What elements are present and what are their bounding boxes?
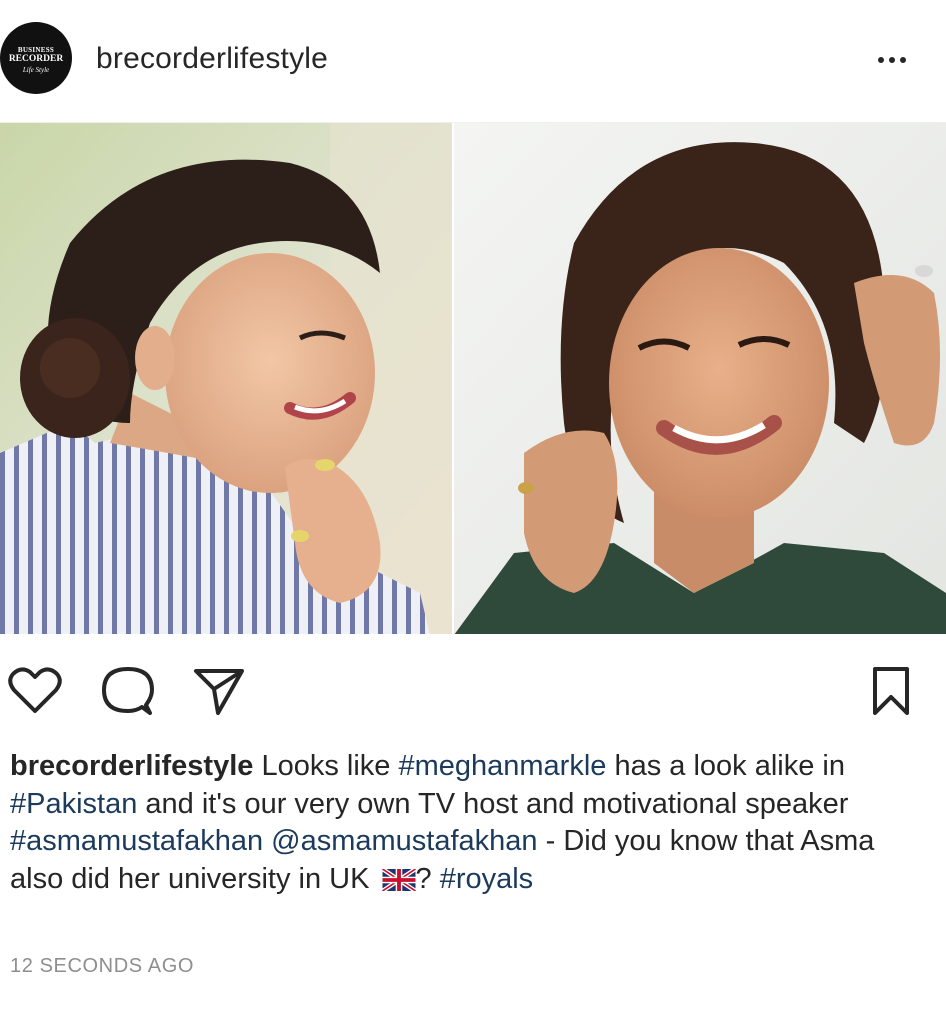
avatar-text-line3: Life Style bbox=[22, 66, 50, 74]
comment-icon[interactable] bbox=[98, 662, 156, 720]
profile-avatar[interactable]: BUSINESS RECORDER Life Style bbox=[0, 22, 72, 94]
hashtag-asmamustafakhan[interactable]: #asmamustafakhan bbox=[10, 825, 263, 857]
caption-text: has a look alike in bbox=[606, 750, 846, 782]
post-image-right bbox=[454, 123, 946, 634]
heart-icon[interactable] bbox=[6, 662, 64, 720]
avatar-text-line2: RECORDER bbox=[8, 54, 64, 64]
hashtag-pakistan[interactable]: #Pakistan bbox=[10, 788, 137, 820]
caption-text: ? bbox=[415, 862, 440, 895]
hashtag-meghanmarkle[interactable]: #meghanmarkle bbox=[398, 750, 606, 782]
post-timestamp: 12 SECONDS AGO bbox=[10, 955, 195, 977]
post-image-left bbox=[0, 123, 452, 634]
post-actions bbox=[0, 650, 946, 730]
bookmark-icon[interactable] bbox=[862, 662, 920, 720]
mention-asmamustafakhan[interactable]: @asmamustafakhan bbox=[271, 825, 537, 857]
caption-text: Looks like bbox=[253, 750, 399, 782]
dot bbox=[900, 57, 906, 63]
uk-flag-icon bbox=[381, 868, 416, 891]
more-options-icon[interactable] bbox=[868, 46, 916, 74]
paper-plane-icon[interactable] bbox=[190, 662, 248, 720]
post-image[interactable] bbox=[0, 122, 946, 634]
caption-username[interactable]: brecorderlifestyle bbox=[10, 750, 253, 782]
dot bbox=[878, 57, 884, 63]
post-username[interactable]: brecorderlifestyle bbox=[96, 42, 328, 76]
hashtag-royals[interactable]: #royals bbox=[440, 863, 534, 895]
post-caption: brecorderlifestyle Looks like #meghanmar… bbox=[10, 748, 930, 898]
caption-text bbox=[263, 825, 271, 857]
caption-text: and it's our very own TV host and motiva… bbox=[137, 787, 849, 820]
dot bbox=[889, 57, 895, 63]
post-header: BUSINESS RECORDER Life Style brecorderli… bbox=[0, 0, 946, 122]
avatar-text-line1: BUSINESS bbox=[17, 46, 55, 54]
